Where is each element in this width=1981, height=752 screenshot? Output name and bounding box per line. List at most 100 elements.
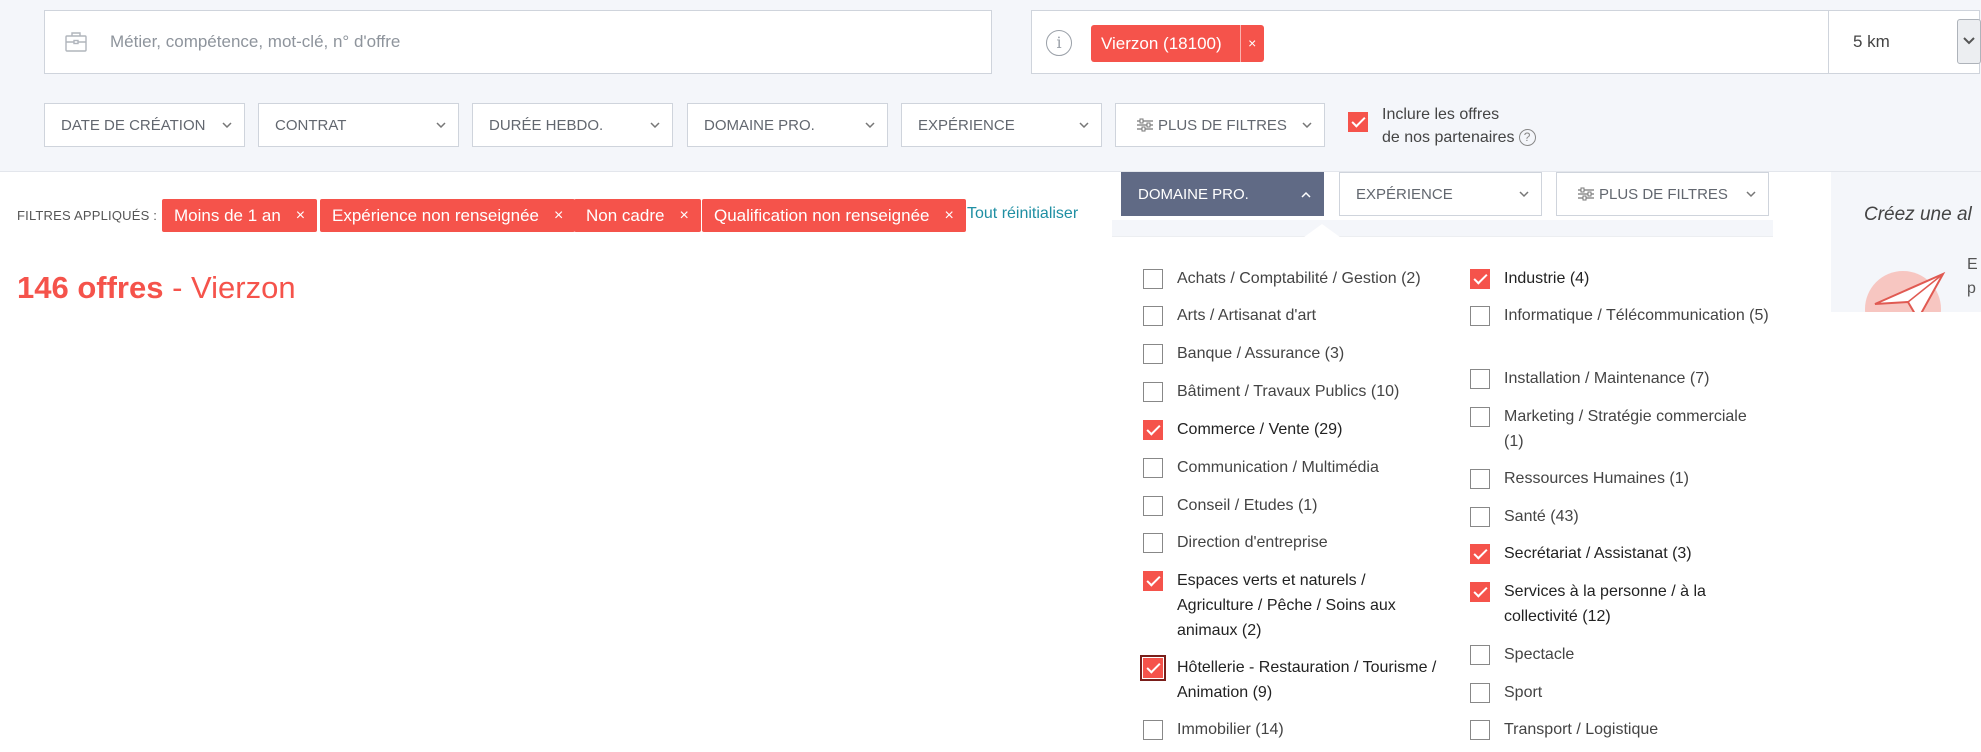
domain-option[interactable]: Banque / Assurance (3) [1143, 341, 1443, 366]
filter-date-creation[interactable]: DATE DE CRÉATION [44, 103, 245, 147]
close-icon[interactable]: × [554, 207, 563, 225]
domain-option[interactable]: Direction d'entreprise [1143, 530, 1443, 555]
domain-checkbox[interactable] [1140, 655, 1166, 681]
domain-checkbox[interactable] [1470, 582, 1490, 602]
filter-contrat[interactable]: CONTRAT [258, 103, 459, 147]
domain-checkbox[interactable] [1143, 571, 1163, 591]
filter-domaine-pro[interactable]: DOMAINE PRO. [687, 103, 888, 147]
sliders-icon [1137, 118, 1153, 132]
domain-option[interactable]: Sport [1470, 680, 1770, 705]
location-chip[interactable]: Vierzon (18100) × [1091, 25, 1264, 62]
domain-option[interactable]: Bâtiment / Travaux Publics (10) [1143, 379, 1443, 404]
domain-checkbox[interactable] [1143, 496, 1163, 516]
applied-chip-moins-1-an[interactable]: Moins de 1 an × [162, 199, 318, 232]
dropdown-plus-de-filtres[interactable]: PLUS DE FILTRES [1556, 172, 1769, 216]
domain-checkbox[interactable] [1143, 420, 1163, 440]
applied-chip-qualification[interactable]: Qualification non renseignée × [702, 199, 966, 232]
keyword-search-placeholder: Métier, compétence, mot-clé, n° d'offre [110, 32, 401, 51]
domain-option[interactable]: Industrie (4) [1470, 266, 1770, 291]
domain-option-label: Arts / Artisanat d'art [1177, 307, 1317, 324]
domain-checkbox[interactable] [1143, 382, 1163, 402]
domain-checkbox[interactable] [1470, 720, 1490, 740]
domain-option[interactable]: Arts / Artisanat d'art [1143, 303, 1443, 328]
domain-option[interactable]: Immobilier (14) [1143, 717, 1443, 742]
chevron-down-icon [1519, 191, 1529, 198]
domain-option[interactable]: Installation / Maintenance (7) [1470, 366, 1770, 391]
info-icon[interactable]: i [1046, 30, 1072, 56]
domain-checkbox[interactable] [1470, 407, 1490, 427]
domain-option[interactable]: Spectacle [1470, 642, 1770, 667]
domain-option-label: Santé (43) [1504, 508, 1579, 525]
domain-option[interactable]: Informatique / Télécommunication (5) [1470, 303, 1770, 328]
job-alert-text-line2: p [1967, 280, 1976, 297]
domain-option[interactable]: Commerce / Vente (29) [1143, 417, 1443, 442]
radius-value: 5 km [1853, 32, 1890, 51]
domain-option[interactable]: Services à la personne / à la collectivi… [1470, 579, 1770, 629]
dropdown-domaine-pro-label: DOMAINE PRO. [1138, 185, 1249, 203]
close-icon[interactable]: × [679, 207, 688, 225]
domain-option-label: Achats / Comptabilité / Gestion (2) [1177, 270, 1421, 287]
dropdown-experience[interactable]: EXPÉRIENCE [1339, 172, 1542, 216]
domain-option-label: Immobilier (14) [1177, 721, 1284, 738]
reset-filters-link[interactable]: Tout réinitialiser [967, 205, 1078, 223]
location-chip-label: Vierzon (18100) [1101, 33, 1222, 53]
location-search-input[interactable]: i Vierzon (18100) × 5 km [1031, 10, 1981, 74]
domain-option[interactable]: Espaces verts et naturels / Agriculture … [1143, 568, 1443, 643]
applied-chip-experience[interactable]: Expérience non renseignée × [320, 199, 576, 232]
applied-chip-label: Qualification non renseignée [714, 205, 930, 225]
domain-option[interactable]: Marketing / Stratégie commerciale (1) [1470, 404, 1770, 454]
keyword-search-input[interactable]: Métier, compétence, mot-clé, n° d'offre [44, 10, 992, 74]
applied-chip-label: Non cadre [586, 205, 665, 225]
domain-option[interactable]: Secrétariat / Assistanat (3) [1470, 541, 1770, 566]
domain-checkbox[interactable] [1470, 544, 1490, 564]
job-alert-title: Créez une al [1864, 204, 1972, 225]
results-heading: 146 offres - Vierzon [17, 270, 296, 306]
job-alert-panel[interactable]: Créez une al E p [1831, 172, 1981, 312]
domain-checkbox[interactable] [1470, 645, 1490, 665]
domain-checkbox[interactable] [1470, 369, 1490, 389]
domain-option-label: Espaces verts et naturels / Agriculture … [1177, 572, 1396, 639]
radius-dropdown-button[interactable] [1957, 19, 1981, 64]
help-icon[interactable]: ? [1518, 129, 1536, 147]
domain-checkbox[interactable] [1470, 306, 1490, 326]
chevron-down-icon [1963, 37, 1975, 45]
location-chip-remove-icon[interactable]: × [1239, 25, 1264, 62]
chevron-down-icon [1302, 122, 1312, 129]
radius-select[interactable]: 5 km [1828, 11, 1981, 73]
domain-option[interactable]: Ressources Humaines (1) [1470, 466, 1770, 491]
domain-checkbox[interactable] [1143, 344, 1163, 364]
close-icon[interactable]: × [944, 207, 953, 225]
partners-checkbox[interactable] [1348, 112, 1368, 132]
search-header: Métier, compétence, mot-clé, n° d'offre … [0, 0, 1981, 172]
filter-plus-de-filtres[interactable]: PLUS DE FILTRES [1115, 103, 1325, 147]
domain-checkbox[interactable] [1470, 269, 1490, 289]
domain-checkbox[interactable] [1470, 683, 1490, 703]
partners-label-line2: de nos partenaires [1382, 129, 1515, 146]
domain-checkbox[interactable] [1470, 507, 1490, 527]
domain-checkbox[interactable] [1143, 269, 1163, 289]
applied-chip-non-cadre[interactable]: Non cadre × [574, 199, 701, 232]
close-icon[interactable]: × [296, 207, 305, 225]
domain-checkbox[interactable] [1143, 458, 1163, 478]
domain-option-label: Bâtiment / Travaux Publics (10) [1177, 383, 1400, 400]
domain-option-label: Installation / Maintenance (7) [1504, 370, 1710, 387]
filter-duree-hebdo-label: DURÉE HEBDO. [489, 116, 604, 134]
domain-checkbox[interactable] [1470, 469, 1490, 489]
domain-option[interactable]: Transport / Logistique [1470, 717, 1770, 742]
filter-duree-hebdo[interactable]: DURÉE HEBDO. [472, 103, 673, 147]
domain-checkbox[interactable] [1143, 533, 1163, 553]
partners-toggle[interactable]: Inclure les offres de nos partenaires? [1348, 103, 1536, 149]
applied-filters-label: FILTRES APPLIQUÉS : [17, 208, 158, 223]
domain-option[interactable]: Communication / Multimédia [1143, 455, 1443, 480]
filter-experience[interactable]: EXPÉRIENCE [901, 103, 1102, 147]
domain-option[interactable]: Hôtellerie - Restauration / Tourisme / A… [1140, 655, 1443, 705]
domain-checkbox[interactable] [1143, 306, 1163, 326]
domain-option[interactable]: Santé (43) [1470, 504, 1770, 529]
domain-option[interactable]: Achats / Comptabilité / Gestion (2) [1143, 266, 1443, 291]
domain-checkbox[interactable] [1143, 720, 1163, 740]
domain-option-label: Communication / Multimédia [1177, 459, 1379, 476]
partners-label: Inclure les offres de nos partenaires? [1382, 103, 1536, 149]
domain-option-label: Sport [1504, 684, 1543, 701]
domain-option[interactable]: Conseil / Etudes (1) [1143, 493, 1443, 518]
dropdown-domaine-pro-active[interactable]: DOMAINE PRO. [1121, 172, 1324, 216]
